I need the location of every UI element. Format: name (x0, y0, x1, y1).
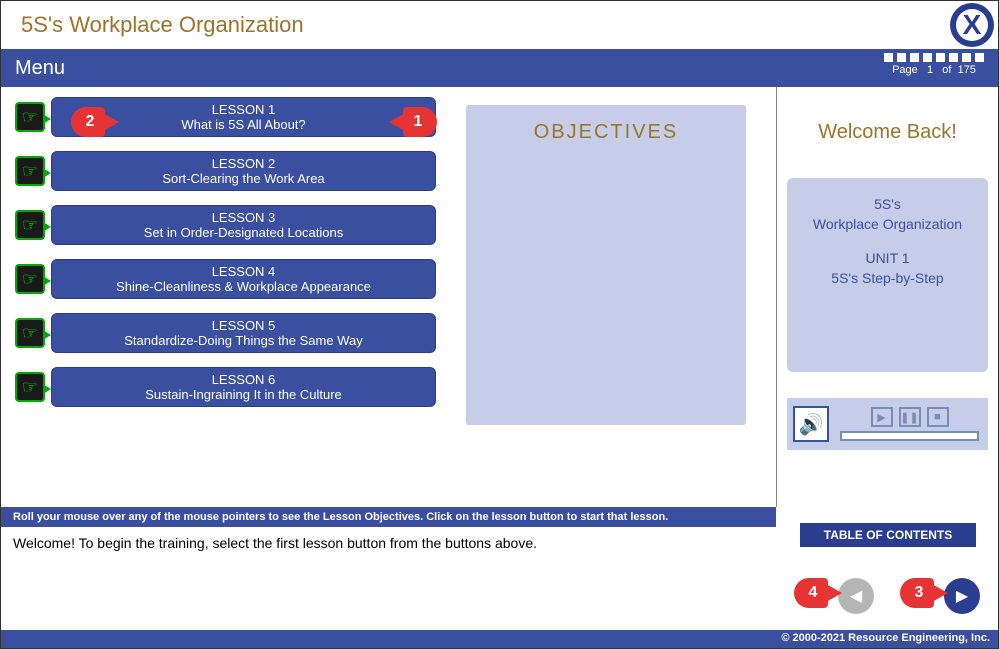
welcome-heading: Welcome Back! (787, 97, 988, 178)
lesson-row-2: ☞ LESSON 2 Sort-Clearing the Work Area (15, 151, 436, 191)
objectives-heading: OBJECTIVES (466, 105, 746, 144)
lesson-button-4[interactable]: LESSON 4 Shine-Cleanliness & Workplace A… (51, 259, 436, 299)
progress-squares (884, 53, 984, 62)
lesson-row-6: ☞ LESSON 6 Sustain-Ingraining It in the … (15, 367, 436, 407)
sound-button[interactable]: 🔊 (793, 406, 829, 442)
lesson-row-3: ☞ LESSON 3 Set in Order-Designated Locat… (15, 205, 436, 245)
menu-label: Menu (15, 57, 65, 80)
menu-bar: Menu Page 1 of 175 (1, 49, 998, 87)
pointer-icon[interactable]: ☞ (15, 102, 45, 132)
callout-4: 4 (794, 578, 828, 608)
media-controls: 🔊 ▶ ❚❚ ■ (787, 398, 988, 450)
lesson-button-3[interactable]: LESSON 3 Set in Order-Designated Locatio… (51, 205, 436, 245)
speaker-icon: 🔊 (799, 412, 824, 437)
close-button[interactable]: X (950, 3, 994, 47)
table-of-contents-button[interactable]: TABLE OF CONTENTS (800, 523, 976, 547)
lesson-row-5: ☞ LESSON 5 Standardize-Doing Things the … (15, 313, 436, 353)
progress-bar[interactable] (840, 431, 979, 441)
pointer-icon[interactable]: ☞ (15, 264, 45, 294)
welcome-message: Welcome! To begin the training, select t… (1, 527, 761, 559)
lesson-button-2[interactable]: LESSON 2 Sort-Clearing the Work Area (51, 151, 436, 191)
objectives-panel: OBJECTIVES (466, 105, 746, 425)
course-info-box: 5S's Workplace Organization UNIT 1 5S's … (787, 178, 988, 372)
lesson-button-6[interactable]: LESSON 6 Sustain-Ingraining It in the Cu… (51, 367, 436, 407)
sidebar: Welcome Back! 5S's Workplace Organizatio… (776, 87, 998, 507)
pointer-icon[interactable]: ☞ (15, 372, 45, 402)
callout-2: 2 (71, 107, 105, 137)
close-icon: X (950, 3, 994, 47)
stop-icon: ■ (934, 411, 941, 423)
callout-3: 3 (900, 578, 934, 608)
pointer-icon[interactable]: ☞ (15, 156, 45, 186)
lesson-button-5[interactable]: LESSON 5 Standardize-Doing Things the Sa… (51, 313, 436, 353)
lesson-row-4: ☞ LESSON 4 Shine-Cleanliness & Workplace… (15, 259, 436, 299)
instruction-bar: Roll your mouse over any of the mouse po… (1, 507, 776, 527)
lesson-list: ☞ LESSON 1 What is 5S All About? ☞ LESSO… (1, 97, 446, 507)
pause-icon: ❚❚ (900, 411, 918, 424)
callout-1: 1 (403, 107, 437, 137)
stop-button[interactable]: ■ (927, 407, 949, 427)
forward-button[interactable] (944, 578, 980, 614)
back-button[interactable] (838, 578, 874, 614)
pointer-icon[interactable]: ☞ (15, 318, 45, 348)
play-icon: ▶ (877, 411, 885, 424)
play-button[interactable]: ▶ (871, 407, 893, 427)
page-counter: Page 1 of 175 (884, 53, 984, 76)
course-title: 5S's Workplace Organization (21, 12, 304, 38)
pointer-icon[interactable]: ☞ (15, 210, 45, 240)
title-bar: 5S's Workplace Organization X (1, 1, 998, 49)
main-panel: ☞ LESSON 1 What is 5S All About? ☞ LESSO… (1, 87, 776, 507)
pause-button[interactable]: ❚❚ (899, 407, 921, 427)
footer-copyright: © 2000-2021 Resource Engineering, Inc. (1, 630, 998, 648)
